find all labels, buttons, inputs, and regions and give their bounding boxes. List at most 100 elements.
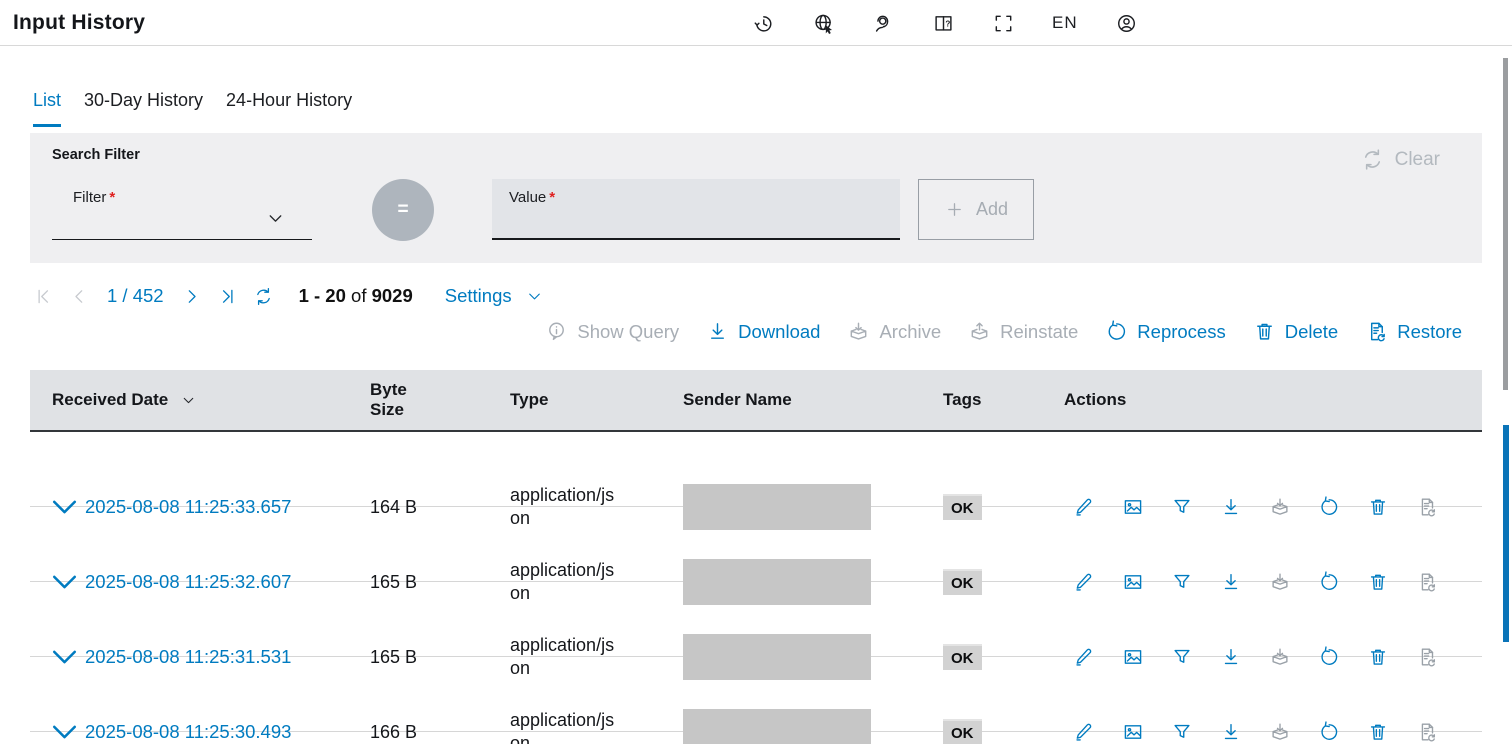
reprocess-icon[interactable] xyxy=(1318,646,1340,668)
history-icon[interactable] xyxy=(752,12,775,35)
row-actions xyxy=(1064,646,1482,668)
page-indicator: 1 / 452 xyxy=(107,285,164,307)
settings-button[interactable]: Settings xyxy=(445,285,544,307)
download-icon[interactable] xyxy=(1220,646,1242,668)
user-avatar-icon[interactable] xyxy=(1115,12,1138,35)
byte-size-cell: 166 B xyxy=(370,722,510,743)
tab-list[interactable]: List xyxy=(33,90,61,127)
restore-icon[interactable] xyxy=(1416,571,1438,593)
first-page-button[interactable] xyxy=(33,286,54,307)
download-label: Download xyxy=(738,321,820,343)
delete-icon[interactable] xyxy=(1367,571,1389,593)
filter-icon[interactable] xyxy=(1171,646,1193,668)
reprocess-icon[interactable] xyxy=(1318,496,1340,518)
bulk-actions-toolbar: Show Query Download Archive Reinstate Re… xyxy=(545,320,1462,343)
column-actions: Actions xyxy=(1064,390,1482,410)
support-icon[interactable] xyxy=(872,12,895,35)
download-icon[interactable] xyxy=(1220,496,1242,518)
row-actions xyxy=(1064,721,1482,743)
search-filter-panel: Search Filter Filter* = Value* Add Clear xyxy=(30,133,1482,263)
delete-icon[interactable] xyxy=(1367,646,1389,668)
settings-label: Settings xyxy=(445,285,512,307)
input-history-page: Input History EN List 30-Day History 24-… xyxy=(0,0,1512,744)
restore-button[interactable]: Restore xyxy=(1365,320,1462,343)
status-tag: OK xyxy=(943,719,982,744)
manual-help-icon[interactable] xyxy=(932,12,955,35)
value-label: Value xyxy=(509,189,546,206)
restore-icon[interactable] xyxy=(1416,721,1438,743)
row-actions xyxy=(1064,571,1482,593)
page-scrollbar-thumb[interactable] xyxy=(1503,58,1508,390)
download-icon[interactable] xyxy=(1220,721,1242,743)
preview-image-icon[interactable] xyxy=(1122,646,1144,668)
status-tag: OK xyxy=(943,644,982,670)
show-query-label: Show Query xyxy=(577,321,679,343)
preview-image-icon[interactable] xyxy=(1122,721,1144,743)
next-page-button[interactable] xyxy=(181,286,202,307)
restore-icon[interactable] xyxy=(1416,646,1438,668)
tags-cell: OK xyxy=(943,494,1064,520)
reinstate-button[interactable]: Reinstate xyxy=(968,320,1078,343)
archive-icon[interactable] xyxy=(1269,496,1291,518)
last-page-button[interactable] xyxy=(217,286,238,307)
add-filter-button[interactable]: Add xyxy=(918,179,1034,240)
operator-badge: = xyxy=(372,179,434,241)
preview-image-icon[interactable] xyxy=(1122,496,1144,518)
received-date-link[interactable]: 2025-08-08 11:25:31.531 xyxy=(85,646,291,667)
sender-name-cell xyxy=(683,709,943,744)
globe-icon[interactable] xyxy=(812,12,835,35)
restore-icon[interactable] xyxy=(1416,496,1438,518)
filter-select[interactable]: Filter* xyxy=(52,179,312,240)
received-date-link[interactable]: 2025-08-08 11:25:33.657 xyxy=(85,496,291,517)
required-asterisk: * xyxy=(549,189,555,206)
reinstate-icon xyxy=(968,320,991,343)
tab-30-day-history[interactable]: 30-Day History xyxy=(84,90,203,127)
delete-icon[interactable] xyxy=(1367,721,1389,743)
received-date-link[interactable]: 2025-08-08 11:25:30.493 xyxy=(85,721,291,742)
column-byte-size: Byte Size xyxy=(370,380,510,421)
filter-icon[interactable] xyxy=(1171,496,1193,518)
reprocess-icon[interactable] xyxy=(1318,721,1340,743)
byte-size-cell: 164 B xyxy=(370,497,510,518)
clear-filters-button[interactable]: Clear xyxy=(1360,147,1440,172)
edit-icon[interactable] xyxy=(1073,571,1095,593)
column-received-date[interactable]: Received Date xyxy=(30,390,370,410)
edit-icon[interactable] xyxy=(1073,721,1095,743)
filter-icon[interactable] xyxy=(1171,571,1193,593)
archive-icon[interactable] xyxy=(1269,646,1291,668)
chevron-down-icon xyxy=(265,208,286,229)
reprocess-icon[interactable] xyxy=(1318,571,1340,593)
filter-icon[interactable] xyxy=(1171,721,1193,743)
edit-icon[interactable] xyxy=(1073,646,1095,668)
download-icon xyxy=(706,320,729,343)
archive-icon xyxy=(847,320,870,343)
fullscreen-icon[interactable] xyxy=(992,12,1015,35)
tab-24-hour-history[interactable]: 24-Hour History xyxy=(226,90,352,127)
edit-icon[interactable] xyxy=(1073,496,1095,518)
reprocess-label: Reprocess xyxy=(1137,321,1225,343)
range-numbers: 1 - 20 xyxy=(299,285,346,306)
archive-button[interactable]: Archive xyxy=(847,320,941,343)
sender-name-redacted xyxy=(683,484,871,530)
table-scrollbar-thumb[interactable] xyxy=(1503,425,1509,642)
language-selector[interactable]: EN xyxy=(1052,13,1078,33)
add-button-label: Add xyxy=(976,199,1008,220)
restore-icon xyxy=(1365,320,1388,343)
archive-icon[interactable] xyxy=(1269,571,1291,593)
download-icon[interactable] xyxy=(1220,571,1242,593)
show-query-button[interactable]: Show Query xyxy=(545,320,679,343)
download-button[interactable]: Download xyxy=(706,320,820,343)
archive-icon[interactable] xyxy=(1269,721,1291,743)
reprocess-button[interactable]: Reprocess xyxy=(1105,320,1225,343)
info-icon xyxy=(545,320,568,343)
delete-button[interactable]: Delete xyxy=(1253,320,1338,343)
byte-size-cell: 165 B xyxy=(370,647,510,668)
delete-icon[interactable] xyxy=(1367,496,1389,518)
reload-list-button[interactable] xyxy=(253,286,274,307)
preview-image-icon[interactable] xyxy=(1122,571,1144,593)
value-input[interactable]: Value* xyxy=(492,179,900,240)
previous-page-button[interactable] xyxy=(69,286,90,307)
chevron-down-icon xyxy=(44,657,85,744)
expand-row-button[interactable] xyxy=(30,657,85,744)
received-date-link[interactable]: 2025-08-08 11:25:32.607 xyxy=(85,571,291,592)
